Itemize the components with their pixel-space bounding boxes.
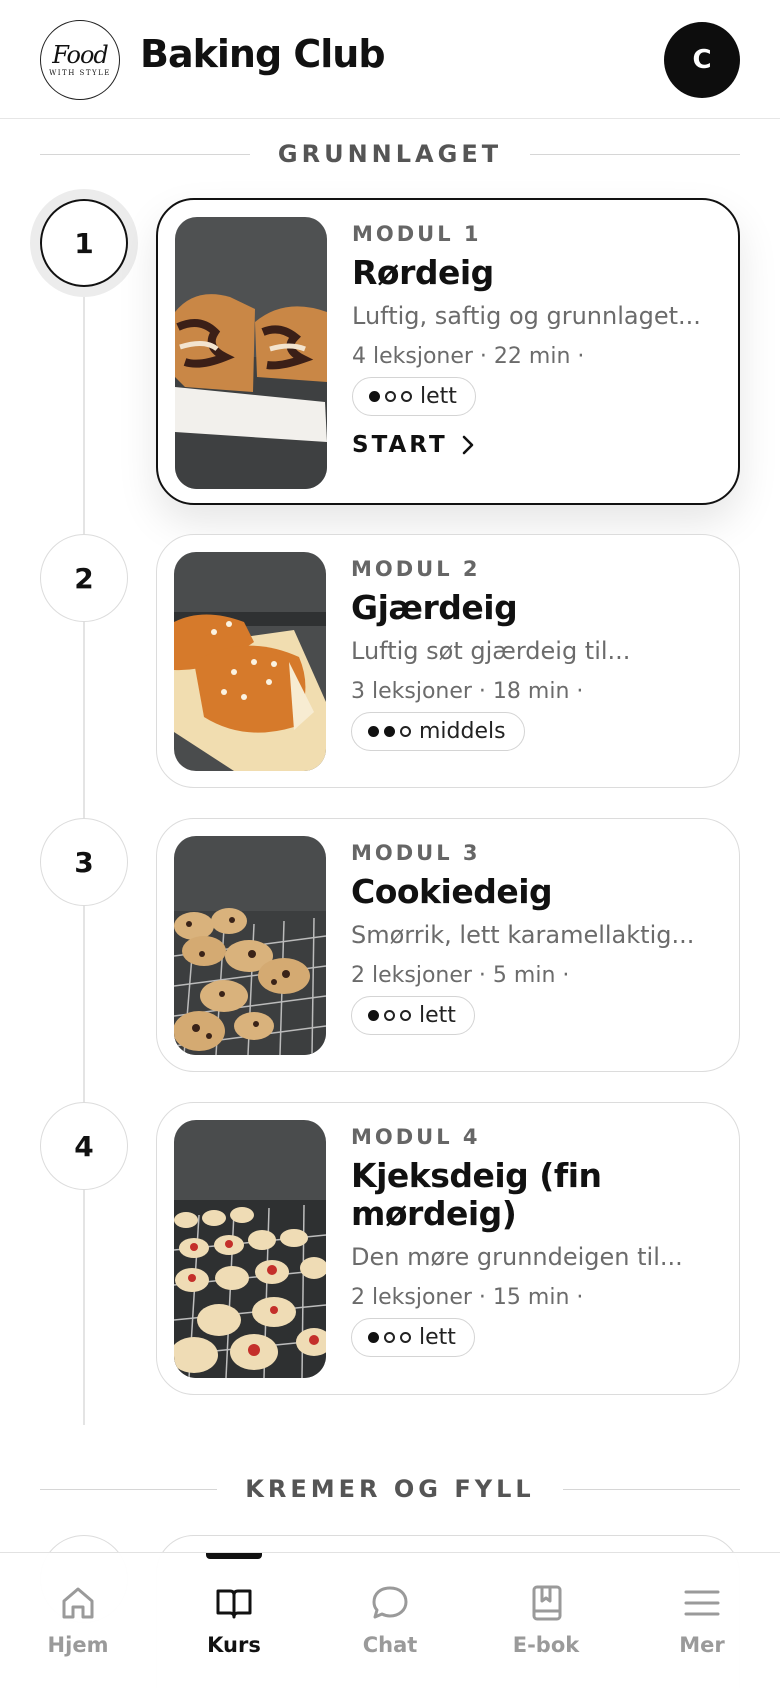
module-step-marker: 4 [40, 1102, 128, 1190]
module-meta: 3 leksjoner · 18 min · [351, 679, 584, 704]
nav-label: Kurs [207, 1633, 261, 1657]
ebook-icon [524, 1581, 568, 1625]
difficulty-dot [384, 1010, 395, 1021]
module-meta: 2 leksjoner · 5 min · [351, 963, 570, 988]
bottom-navigation: Hjem Kurs Chat E-bok Mer [0, 1552, 780, 1688]
home-icon [56, 1581, 100, 1625]
difficulty-badge: middels [351, 712, 525, 751]
module-kicker: MODUL 4 [351, 1125, 481, 1149]
divider-line [530, 153, 741, 155]
food-with-style-logo[interactable]: Food WITH STYLE [40, 20, 120, 100]
difficulty-label: lett [420, 384, 457, 409]
difficulty-dot [401, 391, 412, 402]
book-icon [212, 1581, 256, 1625]
module-info: MODUL 3 Cookiedeig Smørrik, lett karamel… [351, 841, 715, 1035]
difficulty-dot [400, 1332, 411, 1343]
nav-item-e-bok[interactable]: E-bok [468, 1553, 624, 1688]
module-title: Cookiedeig [351, 872, 553, 911]
chevron-right-icon [460, 434, 476, 456]
module-title: Rørdeig [352, 253, 494, 292]
difficulty-label: lett [419, 1325, 456, 1350]
difficulty-dots [368, 726, 411, 737]
difficulty-badge: lett [351, 996, 475, 1035]
module-card-4[interactable]: MODUL 4 Kjeksdeig (fin mørdeig) Den møre… [156, 1102, 740, 1395]
braided-bread-image [174, 552, 326, 771]
nav-item-mer[interactable]: Mer [624, 1553, 780, 1688]
module-kicker: MODUL 1 [352, 222, 482, 246]
difficulty-dot [384, 726, 395, 737]
logo-script-text: Food [52, 41, 109, 69]
module-kicker: MODUL 3 [351, 841, 481, 865]
marble-cake-image [175, 217, 327, 489]
difficulty-dot [368, 1332, 379, 1343]
module-card-1[interactable]: MODUL 1 Rørdeig Luftig, saftig og grunnl… [156, 198, 740, 505]
module-description: Smørrik, lett karamellaktig... [351, 921, 695, 949]
section-heading-grunnlaget: GRUNNLAGET [40, 139, 741, 169]
start-button[interactable]: START [352, 432, 714, 458]
app-title: Baking Club [140, 32, 386, 76]
divider-line [562, 1488, 740, 1490]
section-label: GRUNNLAGET [277, 140, 503, 168]
difficulty-dot [369, 391, 380, 402]
difficulty-dots [369, 391, 412, 402]
nav-label: Hjem [47, 1633, 109, 1657]
difficulty-dots [368, 1010, 411, 1021]
difficulty-dot [368, 1010, 379, 1021]
start-label: START [352, 432, 448, 458]
difficulty-badge: lett [352, 377, 476, 416]
chocolate-chip-cookies-image [174, 836, 326, 1055]
user-avatar-button[interactable]: C [664, 22, 740, 98]
nav-label: E-bok [512, 1633, 580, 1657]
difficulty-label: middels [419, 719, 506, 744]
module-description: Luftig, saftig og grunnlaget... [352, 302, 701, 330]
module-info: MODUL 4 Kjeksdeig (fin mørdeig) Den møre… [351, 1125, 715, 1357]
module-kicker: MODUL 2 [351, 557, 481, 581]
module-title: Kjeksdeig (fin mørdeig) [351, 1156, 602, 1233]
app-header: Food WITH STYLE Baking Club C [0, 0, 780, 119]
nav-item-hjem[interactable]: Hjem [0, 1553, 156, 1688]
module-description: Den møre grunndeigen til... [351, 1243, 683, 1271]
active-tab-indicator [206, 1553, 262, 1559]
divider-line [40, 153, 250, 155]
chat-icon [368, 1581, 412, 1625]
module-info: MODUL 2 Gjærdeig Luftig søt gjærdeig til… [351, 557, 715, 751]
difficulty-dot [400, 1010, 411, 1021]
module-info: MODUL 1 Rørdeig Luftig, saftig og grunnl… [352, 222, 714, 458]
difficulty-dot [368, 726, 379, 737]
difficulty-dot [400, 726, 411, 737]
jam-thumbprint-cookies-image [174, 1120, 326, 1378]
module-meta: 4 leksjoner · 22 min · [352, 344, 585, 369]
module-step-marker: 3 [40, 818, 128, 906]
difficulty-dot [385, 391, 396, 402]
difficulty-badge: lett [351, 1318, 475, 1357]
difficulty-label: lett [419, 1003, 456, 1028]
module-description: Luftig søt gjærdeig til... [351, 637, 631, 665]
nav-item-chat[interactable]: Chat [312, 1553, 468, 1688]
module-step-marker: 1 [40, 199, 128, 287]
nav-item-kurs[interactable]: Kurs [156, 1553, 312, 1688]
divider-line [40, 1488, 218, 1490]
nav-label: Mer [679, 1633, 725, 1657]
menu-icon [680, 1581, 724, 1625]
module-card-2[interactable]: MODUL 2 Gjærdeig Luftig søt gjærdeig til… [156, 534, 740, 788]
module-card-3[interactable]: MODUL 3 Cookiedeig Smørrik, lett karamel… [156, 818, 740, 1072]
nav-label: Chat [362, 1633, 418, 1657]
difficulty-dots [368, 1332, 411, 1343]
section-label: KREMER OG FYLL [245, 1475, 535, 1503]
difficulty-dot [384, 1332, 395, 1343]
module-title: Gjærdeig [351, 588, 518, 627]
logo-sub-text: WITH STYLE [49, 69, 111, 77]
module-step-marker: 2 [40, 534, 128, 622]
section-heading-kremer-og-fyll: KREMER OG FYLL [40, 1474, 740, 1504]
module-meta: 2 leksjoner · 15 min · [351, 1285, 584, 1310]
